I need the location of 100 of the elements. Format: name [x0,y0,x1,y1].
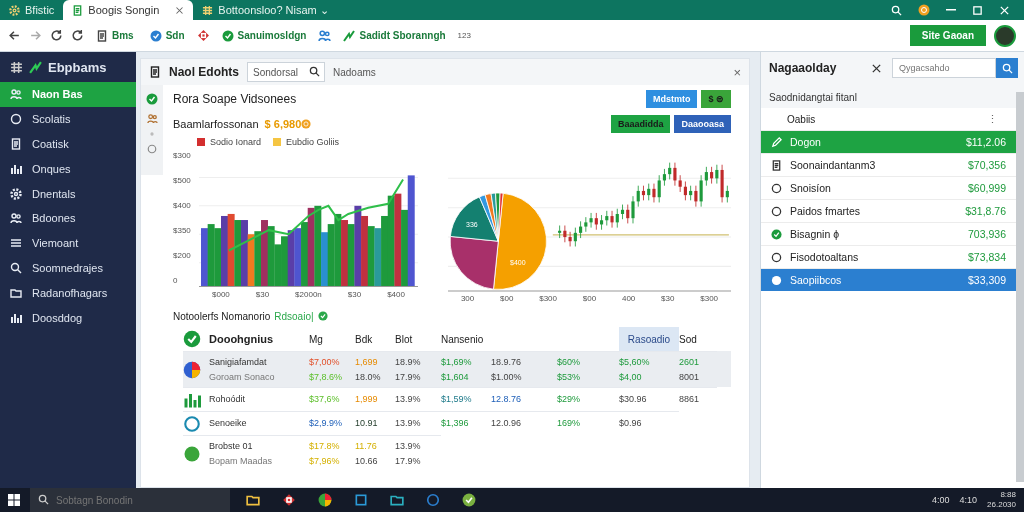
table-cell-text: $1,69% [441,356,473,368]
check-icon [221,29,234,42]
axis-label: $30 [347,289,362,299]
watchlist-item[interactable]: Saopiibcos $33,309 [761,268,1016,291]
watchlist-item[interactable]: Soonaindantanm3 $70,356 [761,153,1016,176]
sidebar-item[interactable]: Onques [0,156,136,182]
search-field[interactable]: Sondorsal [247,62,325,82]
action-button[interactable]: Baaadidda [610,115,671,133]
bookmark[interactable]: Sanuimosldgn [217,29,311,42]
people-icon [10,88,22,101]
row-name: Rohoódit [209,394,247,405]
coin-icon [301,119,312,129]
reload-icon[interactable] [50,29,63,42]
row-name: Senoeike [209,418,248,429]
axis-label: $00 [500,294,514,304]
search-icon[interactable] [891,4,902,16]
table-cell-text: 18.9.76 [491,356,523,368]
column-header: Dooohgnius [209,332,275,347]
table-cell-text: $1,59% [441,394,473,405]
sidebar-item[interactable]: Dnentals [0,181,136,206]
people-icon [146,113,158,124]
pen-icon [771,136,782,148]
watchlist-item[interactable]: Paidos fmartes $31,8.76 [761,199,1016,222]
search-field[interactable]: Sobtagn Bonodin [30,488,230,512]
search-field[interactable]: Qygacsahdo [892,58,996,78]
close-icon[interactable] [999,4,1010,16]
watchlist-item[interactable]: Snoisíon $60,999 [761,176,1016,199]
axis-label: $500 [173,176,192,185]
folder-icon[interactable] [246,493,260,507]
browser-tab[interactable]: Bottoonsloo? Nisam ⌄ [193,0,338,20]
column-header: Blot [395,332,414,347]
people-icon[interactable] [318,29,332,42]
check-icon [771,228,782,240]
tray-text: 4:10 [959,495,978,505]
browser-tab[interactable]: Boogis Songin [63,0,194,20]
bookmark[interactable]: Bms [92,29,138,42]
sidebar-item[interactable]: Bdoones [0,206,136,231]
axis-label: $400 [387,289,405,299]
circle-icon [183,414,201,433]
bars-icon [10,311,22,324]
legend-label: Eubdio Goliis [286,137,340,147]
check-icon [149,29,162,42]
clock-date: 26.2030 [987,500,1016,510]
axis-label: $300 [539,294,557,304]
search-icon [1001,62,1013,74]
coin-icon[interactable] [918,4,930,16]
bookmark-count: 123 [457,31,471,40]
table-cell-text: $2,9.9% [309,418,344,429]
back-icon[interactable] [8,29,21,42]
watchlist-item[interactable]: Bisagnin ϕ 703,936 [761,222,1016,245]
sidebar-item[interactable]: Doosddog [0,305,136,330]
group-label: Oabiis [787,113,816,125]
account-button[interactable]: Site Gaoan [909,25,986,46]
table-cell-text: $7,8.6% [309,371,344,383]
axis-label: $2000n [295,289,322,299]
scrollbar[interactable] [1016,92,1024,482]
people-icon [10,212,22,225]
grid-icon [10,60,23,74]
sidebar-item[interactable]: Soomnedrajes [0,255,136,281]
action-button[interactable]: Daaooasa [674,115,731,133]
check-icon[interactable] [462,493,476,507]
close-button[interactable]: × [733,64,741,80]
axis-label: 400 [621,294,636,304]
reload-icon[interactable] [71,29,84,42]
diamond-icon[interactable] [282,493,296,507]
panel-tab[interactable]: Nadoams [333,66,376,78]
search-icon [309,66,320,77]
action-button[interactable]: $ ⊜ [701,90,731,108]
chart-title: Baamlarfossonan [173,118,259,130]
sidebar-item[interactable]: Coatisk [0,131,136,157]
axis-label: $200 [173,251,192,260]
doc-icon [96,29,108,42]
folder-icon[interactable] [390,493,404,507]
menu-button[interactable]: ⋮ [987,112,998,126]
sidebar-item[interactable]: Viemoant [0,230,136,256]
avatar[interactable] [994,24,1016,47]
legend-label: Sodio Ionard [210,137,262,147]
table-cell-text: 2601 [679,356,701,368]
axis-label: $30 [255,289,270,299]
logo-icon[interactable] [8,494,20,506]
sidebar-item[interactable]: Scolatis [0,106,136,132]
circle-icon [10,113,22,126]
window-icon[interactable] [354,493,368,507]
bookmark[interactable]: Sadidt Sboranngh [339,29,450,42]
circle-icon [771,205,782,217]
table-title: Notoolerfs Nomanorio [173,310,271,322]
axis-label: $30 [661,294,675,304]
pie-icon [183,360,201,379]
sidebar-item[interactable]: Radanofhagars [0,280,136,306]
status-label: Rdsoaio| [274,310,314,322]
table-cell-text: 12.0.96 [491,418,523,429]
table-cell-text: 169% [557,418,582,429]
pie-icon[interactable] [318,493,332,507]
search-button[interactable] [996,58,1018,78]
folder-icon [10,286,22,299]
circle-icon[interactable] [426,493,440,507]
gear-icon [9,4,20,16]
axis-label: $00 [582,294,597,304]
browser-tab[interactable]: Bfistic [0,0,64,20]
bookmark[interactable]: Sdn [145,29,189,42]
